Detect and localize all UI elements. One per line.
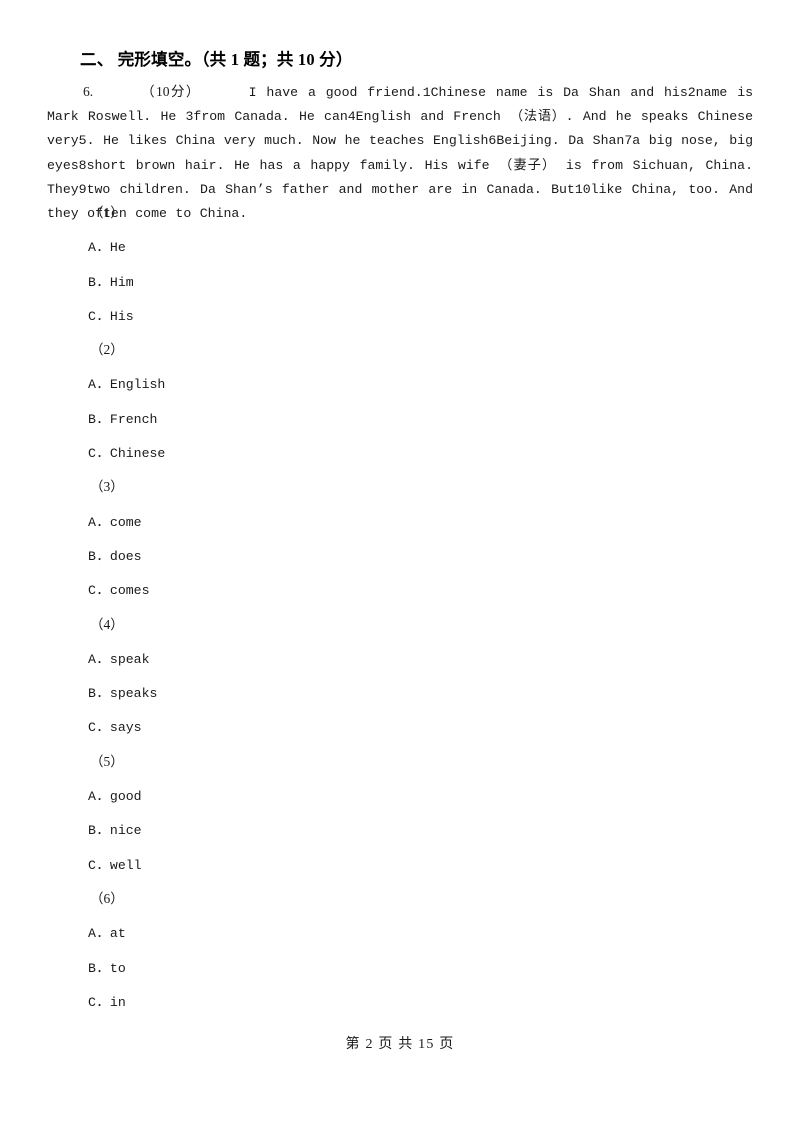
option-separator: ． <box>96 376 110 392</box>
option-text: speak <box>109 651 150 667</box>
option-row[interactable]: C．says <box>0 710 800 744</box>
option-separator: ． <box>96 650 110 666</box>
option-separator: ． <box>96 685 110 701</box>
page-footer: 第 2 页 共 15 页 <box>345 1037 455 1052</box>
option-groups: （1） A．He B．Him C．His （2） A．English B．French C．C… <box>0 196 800 1019</box>
option-row[interactable]: B．to <box>0 951 800 985</box>
option-separator: ． <box>96 445 110 461</box>
option-text: comes <box>109 583 150 599</box>
option-letter: C <box>88 994 96 1010</box>
option-separator: ． <box>96 547 110 563</box>
option-row[interactable]: A．He <box>0 230 800 264</box>
option-letter: B <box>88 823 96 839</box>
option-row[interactable]: C．well <box>0 848 800 882</box>
option-group-index: （5） <box>90 753 124 769</box>
option-row[interactable]: B．nice <box>0 813 800 847</box>
option-letter: B <box>88 274 96 290</box>
option-letter: B <box>88 548 96 564</box>
option-separator: ． <box>96 856 110 872</box>
option-group-index: （4） <box>90 616 124 632</box>
option-separator: ． <box>96 273 110 289</box>
option-letter: A <box>88 651 96 667</box>
option-group: （1） A．He B．Him C．His <box>0 196 800 333</box>
option-text: speaks <box>109 686 158 702</box>
option-letter: A <box>88 377 96 393</box>
option-row[interactable]: A．speak <box>0 642 800 676</box>
question-number: 6. <box>83 84 94 99</box>
option-group-index: （1） <box>90 205 124 220</box>
option-text: in <box>109 994 126 1010</box>
question-points: （10分） <box>140 84 201 99</box>
option-letter: B <box>88 686 96 702</box>
option-text: does <box>109 548 142 564</box>
option-row[interactable]: B．Him <box>0 265 800 299</box>
option-row[interactable]: A．at <box>0 916 800 950</box>
option-group: （4） A．speak B．speaks C．says <box>0 608 800 745</box>
option-separator: ． <box>96 822 110 838</box>
option-text: His <box>109 308 134 324</box>
option-letter: A <box>88 514 96 530</box>
option-row[interactable]: B．speaks <box>0 676 800 710</box>
option-separator: ． <box>96 307 110 323</box>
section-heading: 二、 完形填空。（共 1 题；共 10 分） <box>80 50 353 69</box>
option-text: well <box>109 857 142 873</box>
option-separator: ． <box>96 410 110 426</box>
option-group: （3） A．come B．does C．comes <box>0 470 800 607</box>
option-letter: C <box>88 446 96 462</box>
option-group: （5） A．good B．nice C．well <box>0 745 800 882</box>
option-row[interactable]: C．His <box>0 299 800 333</box>
option-separator: ． <box>96 993 110 1009</box>
option-text: nice <box>109 823 142 839</box>
option-letter: C <box>88 857 96 873</box>
option-group: （6） A．at B．to C．in <box>0 882 800 1019</box>
option-text: French <box>109 411 158 427</box>
option-row[interactable]: B．does <box>0 539 800 573</box>
option-row[interactable]: A．come <box>0 505 800 539</box>
option-separator: ． <box>96 239 110 255</box>
option-text: Him <box>109 274 134 290</box>
option-letter: A <box>88 789 96 805</box>
option-separator: ． <box>96 788 110 804</box>
option-row[interactable]: C．in <box>0 985 800 1019</box>
option-separator: ． <box>96 582 110 598</box>
option-text: Chinese <box>109 446 166 462</box>
option-separator: ． <box>96 513 110 529</box>
option-group-index: （3） <box>90 479 124 495</box>
option-letter: A <box>88 926 96 942</box>
option-group-index: （6） <box>90 890 124 906</box>
option-row[interactable]: C．comes <box>0 573 800 607</box>
option-separator: ． <box>96 719 110 735</box>
option-letter: C <box>88 583 96 599</box>
option-separator: ． <box>96 925 110 941</box>
option-text: at <box>109 926 126 942</box>
option-text: to <box>109 960 126 976</box>
option-text: He <box>109 240 126 256</box>
option-letter: C <box>88 720 96 736</box>
exam-page: 二、 完形填空。（共 1 题；共 10 分） 6. （10分） I have a… <box>0 0 800 1132</box>
option-row[interactable]: A．good <box>0 779 800 813</box>
option-group: （2） A．English B．French C．Chinese <box>0 333 800 470</box>
option-letter: A <box>88 240 96 256</box>
option-text: good <box>109 789 142 805</box>
option-separator: ． <box>96 959 110 975</box>
option-letter: B <box>88 411 96 427</box>
option-row[interactable]: A．English <box>0 367 800 401</box>
option-group-index: （2） <box>90 342 124 358</box>
option-row[interactable]: B．French <box>0 402 800 436</box>
option-row[interactable]: C．Chinese <box>0 436 800 470</box>
option-text: says <box>109 720 142 736</box>
option-text: English <box>109 377 166 393</box>
option-letter: C <box>88 308 96 324</box>
option-letter: B <box>88 960 96 976</box>
option-text: come <box>109 514 142 530</box>
